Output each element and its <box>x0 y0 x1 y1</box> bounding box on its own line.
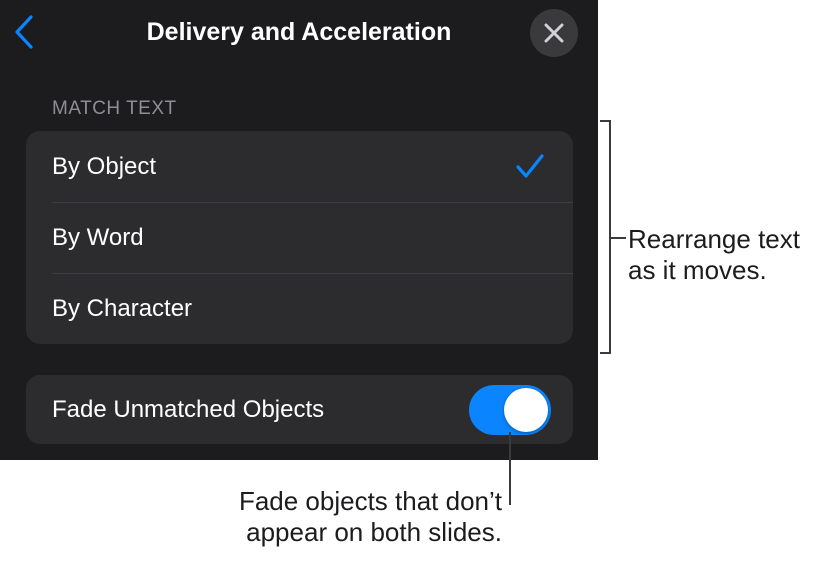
option-by-character[interactable]: By Character <box>26 273 573 344</box>
nav-bar: Delivery and Acceleration <box>0 0 598 66</box>
rearrange-callout-line: Rearrange text <box>628 224 800 254</box>
fade-callout-line: Fade objects that don’t <box>238 486 502 516</box>
fade-unmatched-row: Fade Unmatched Objects <box>26 375 573 444</box>
option-label: By Object <box>52 152 157 180</box>
fade-unmatched-toggle[interactable] <box>469 385 551 435</box>
fade-unmatched-label: Fade Unmatched Objects <box>52 395 325 423</box>
option-label: By Character <box>52 294 193 322</box>
toggle-knob <box>504 388 548 432</box>
fade-callout: Fade objects that don’t appear on both s… <box>180 486 502 548</box>
close-icon <box>544 23 564 43</box>
page-title: Delivery and Acceleration <box>146 18 452 46</box>
match-text-section-header: MATCH TEXT <box>52 98 177 119</box>
close-button[interactable] <box>530 9 578 57</box>
rearrange-callout-line: as it moves. <box>628 255 767 285</box>
match-text-options-group: By Object By Word By Character <box>26 131 573 344</box>
chevron-left-icon <box>15 15 33 49</box>
fade-unmatched-group: Fade Unmatched Objects <box>26 375 573 444</box>
option-by-object[interactable]: By Object <box>26 131 573 202</box>
rearrange-callout: Rearrange text as it moves. <box>628 224 800 286</box>
option-by-word[interactable]: By Word <box>26 202 573 273</box>
fade-callout-line: appear on both slides. <box>246 517 502 547</box>
checkmark-icon <box>516 154 544 178</box>
option-label: By Word <box>52 223 144 251</box>
rearrange-bracket <box>600 120 611 354</box>
delivery-acceleration-panel: Delivery and Acceleration MATCH TEXT By … <box>0 0 598 460</box>
back-button[interactable] <box>8 12 40 52</box>
screenshot-stage: Delivery and Acceleration MATCH TEXT By … <box>0 0 828 562</box>
